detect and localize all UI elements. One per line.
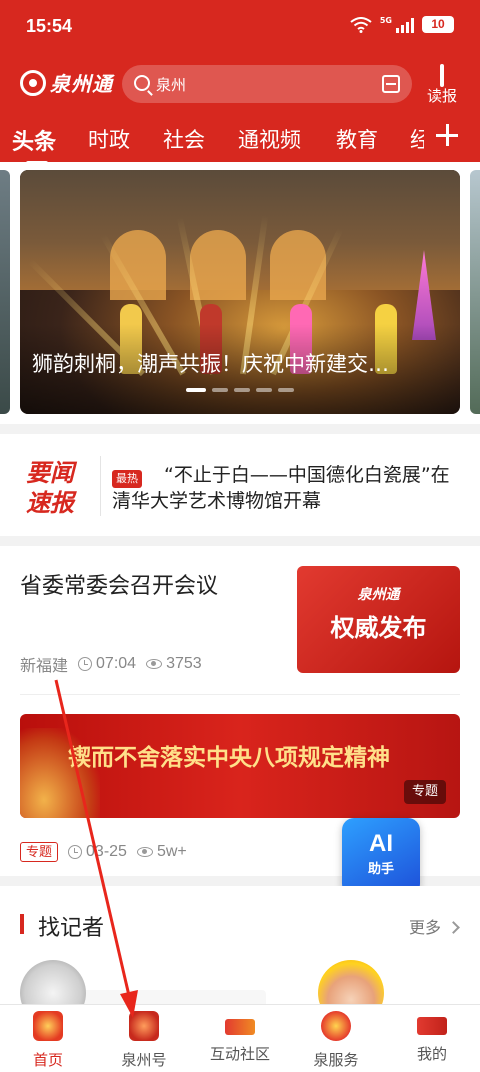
news-time: 07:04 (96, 655, 137, 672)
service-icon (321, 1011, 351, 1041)
clock-icon (68, 845, 83, 859)
nav-community[interactable]: 互动社区 (192, 1011, 288, 1064)
nav-label: 互动社区 (209, 1045, 270, 1063)
nav-service[interactable]: 泉服务 (288, 1011, 384, 1070)
wifi-icon (350, 16, 372, 33)
thumbnail-text: 权威发布 (330, 614, 427, 642)
news-title[interactable]: 省委常委会召开会议 (20, 568, 280, 600)
channel-tabs: 头条 时政 社会 通视频 教育 经 (0, 118, 480, 162)
battery-icon: 10 (422, 16, 454, 33)
topic-date: 03-25 (86, 843, 127, 860)
carousel-indicator (20, 388, 460, 392)
news-source: 新福建 (20, 658, 69, 675)
status-time: 15:54 (26, 16, 73, 36)
flash-headline[interactable]: “不止于白——中国德化白瓷展”在清华大学艺术博物馆开幕 (112, 462, 462, 514)
indicator-dot (186, 388, 206, 392)
find-reporter-section: 找记者 更多 (0, 886, 480, 1026)
section-title: 找记者 (38, 916, 105, 941)
divider (20, 694, 460, 695)
nav-quanzhou-account[interactable]: 泉州号 (96, 1011, 192, 1070)
status-icons: 5G 10 (350, 16, 454, 33)
tab-video[interactable]: 通视频 (238, 124, 301, 154)
ai-sublabel: 助手 (367, 862, 394, 877)
tab-education[interactable]: 教育 (336, 124, 378, 154)
tab-headline[interactable]: 头条 (12, 124, 56, 162)
signal-icon (396, 17, 414, 33)
nav-home[interactable]: 首页 (0, 1011, 96, 1070)
topic-tag: 专题 (20, 842, 59, 862)
scan-icon[interactable] (382, 75, 400, 93)
tab-economy[interactable]: 经 (410, 124, 424, 154)
indicator-dot (234, 388, 250, 392)
ai-label: AI (369, 830, 393, 857)
logo-text: 泉州通 (50, 72, 113, 96)
divider (100, 456, 101, 516)
flash-news[interactable]: 要闻 速报 “不止于白——中国德化白瓷展”在清华大学艺术博物馆开幕 最热 (0, 434, 480, 536)
search-bar[interactable]: 泉州 (122, 65, 412, 103)
reader-button[interactable]: 读报 (424, 64, 460, 106)
home-festive-icon (33, 1011, 63, 1041)
logo-mark-icon (20, 69, 46, 96)
reader-label: 读报 (426, 87, 457, 105)
add-channel-icon[interactable] (432, 120, 462, 150)
banner-slide[interactable]: 狮韵刺桐，潮声共振！庆祝中新建交… (20, 170, 460, 414)
nav-label: 泉州号 (121, 1051, 167, 1069)
topic-banner-text: 锲而不舍落实中央八项规定精神 (68, 745, 390, 771)
topic-views: 5w+ (156, 843, 187, 860)
hot-badge: 最热 (112, 470, 142, 488)
quanzhou-account-icon (129, 1011, 159, 1041)
news-meta: 新福建 07:04 3753 (20, 652, 202, 676)
nav-profile[interactable]: 我的 (384, 1011, 480, 1064)
status-bar: 15:54 5G 10 (0, 0, 480, 56)
app-logo: 泉州通 (20, 68, 113, 97)
tab-society[interactable]: 社会 (163, 124, 205, 154)
more-label: 更多 (408, 918, 441, 937)
nav-label: 泉服务 (313, 1051, 359, 1069)
banner-caption: 狮韵刺桐，潮声共振！庆祝中新建交… (32, 352, 389, 376)
topic-banner[interactable]: 锲而不舍落实中央八项规定精神 专题 (20, 714, 460, 818)
topic-banner-tag: 专题 (403, 780, 446, 804)
next-slide-peek[interactable] (470, 170, 480, 414)
banner-carousel: 狮韵刺桐，潮声共振！庆祝中新建交… (0, 162, 480, 424)
news-views: 3753 (166, 655, 202, 672)
news-thumbnail[interactable]: 泉州通 权威发布 (297, 566, 460, 673)
bottom-navigation: 首页 泉州号 互动社区 泉服务 我的 (0, 1004, 480, 1072)
section-marker (20, 914, 24, 934)
topic-meta: 专题 03-25 5w+ (20, 842, 187, 862)
indicator-dot (212, 388, 228, 392)
chevron-right-icon (447, 921, 460, 934)
eye-icon (136, 847, 153, 857)
nav-label: 我的 (416, 1045, 447, 1063)
flash-label-line1: 要闻 (26, 458, 74, 487)
community-icon (225, 1019, 255, 1035)
ai-assistant-button[interactable]: AI 助手 (342, 818, 420, 896)
eye-icon (146, 659, 163, 669)
network-type: 5G (379, 16, 392, 25)
newspaper-icon (440, 64, 444, 87)
top-header: 15:54 5G 10 泉州通 泉州 读报 头条 时政 社会 通视频 教育 经 (0, 0, 480, 162)
tab-politics[interactable]: 时政 (88, 124, 130, 154)
thumbnail-logo: 泉州通 (357, 587, 400, 603)
profile-icon (417, 1017, 447, 1035)
app-header: 泉州通 泉州 读报 (0, 56, 480, 112)
flash-label-line2: 速报 (26, 488, 74, 517)
search-icon (134, 75, 150, 91)
prev-slide-peek[interactable] (0, 170, 10, 414)
nav-label: 首页 (32, 1051, 63, 1069)
indicator-dot (278, 388, 294, 392)
search-text: 泉州 (156, 76, 187, 94)
indicator-dot (256, 388, 272, 392)
flash-label: 要闻 速报 (26, 458, 86, 518)
clock-icon (78, 657, 93, 671)
more-link[interactable]: 更多 (408, 914, 460, 938)
